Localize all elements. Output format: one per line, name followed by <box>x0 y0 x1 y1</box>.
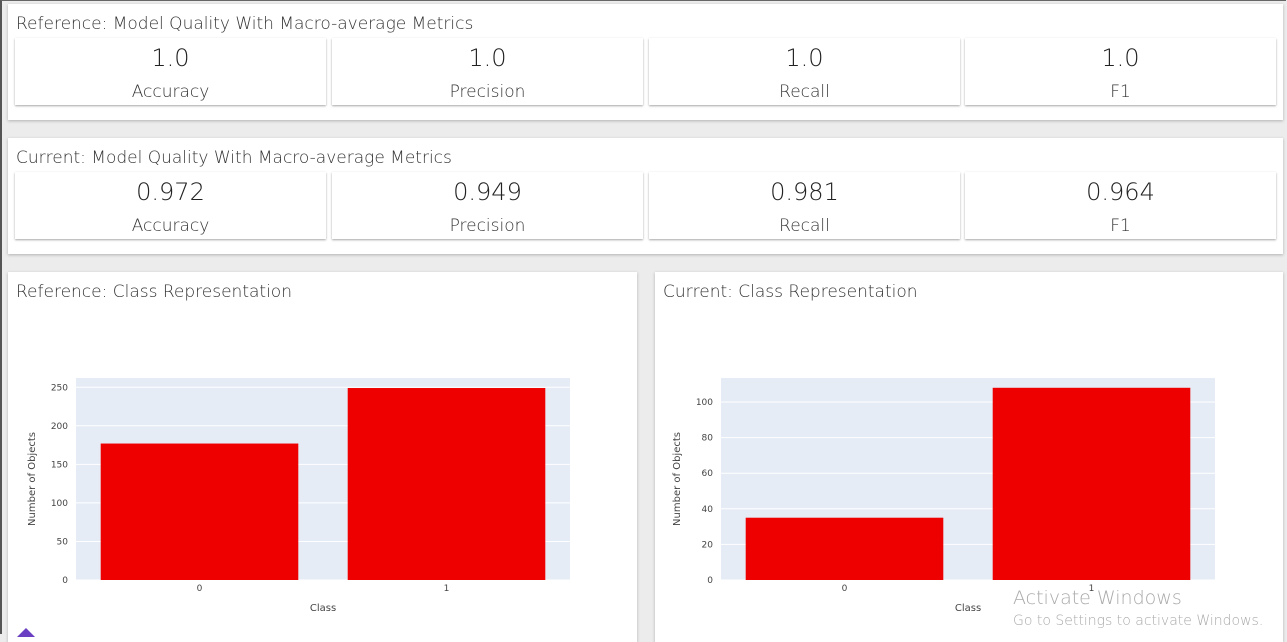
metric-label: Recall <box>779 216 830 236</box>
current-quality-panel: Current: Model Quality With Macro-averag… <box>8 138 1283 254</box>
metric-value: 1.0 <box>151 44 190 72</box>
metric-label: F1 <box>1110 216 1131 236</box>
x-tick-label: 1 <box>444 584 450 594</box>
metric-value: 1.0 <box>468 44 507 72</box>
watermark-subtitle: Go to Settings to activate Windows. <box>1013 613 1264 629</box>
y-tick-label: 0 <box>707 576 713 586</box>
y-tick-label: 40 <box>702 505 714 515</box>
reference-quality-title: Reference: Model Quality With Macro-aver… <box>16 14 474 34</box>
metric-value: 0.981 <box>770 178 839 206</box>
metric-card-f1: 0.964 F1 <box>965 172 1276 239</box>
x-axis-label: Class <box>310 603 336 614</box>
current-quality-title: Current: Model Quality With Macro-averag… <box>16 148 452 168</box>
bar-class-0 <box>100 443 299 580</box>
metric-card-accuracy: 1.0 Accuracy <box>15 38 326 105</box>
metric-label: Accuracy <box>131 216 210 236</box>
metric-card-precision: 0.949 Precision <box>332 172 643 239</box>
reference-class-panel: Reference: Class Representation 0 50 100 15… <box>8 272 637 642</box>
x-tick-label: 0 <box>197 584 203 594</box>
watermark-title: Activate Windows <box>1013 587 1182 609</box>
metric-card-precision: 1.0 Precision <box>332 38 643 105</box>
x-axis-label: Class <box>955 603 981 614</box>
bar-class-1 <box>347 388 546 580</box>
x-tick-label: 0 <box>842 584 848 594</box>
y-tick-label: 100 <box>51 499 68 509</box>
y-tick-label: 0 <box>62 576 68 586</box>
y-axis-label: Number of Objects <box>27 432 38 526</box>
y-tick-label: 200 <box>51 422 68 432</box>
metric-value: 0.964 <box>1086 178 1155 206</box>
metric-label: Recall <box>779 82 830 102</box>
y-tick-label: 150 <box>51 460 68 470</box>
bar-class-0 <box>745 517 944 580</box>
metric-value: 0.972 <box>136 178 205 206</box>
metric-value: 0.949 <box>453 178 522 206</box>
activate-windows-watermark: Activate Windows Go to Settings to activ… <box>1013 587 1263 629</box>
metric-label: Accuracy <box>131 82 210 102</box>
reference-class-chart: 0 50 100 150 200 250 0 1 Class Number of Objects <box>27 378 570 614</box>
y-tick-label: 80 <box>702 434 714 444</box>
y-tick-label: 50 <box>57 537 69 547</box>
metric-value: 1.0 <box>1101 44 1140 72</box>
current-class-chart: 0204060801000 1ClassNumber of Objects <box>672 378 1215 614</box>
y-axis-label: Number of Objects <box>672 432 683 526</box>
metric-card-accuracy: 0.972 Accuracy <box>15 172 326 239</box>
y-tick-label: 20 <box>702 540 714 550</box>
bar-class-1 <box>992 387 1191 580</box>
metric-card-f1: 1.0 F1 <box>965 38 1276 105</box>
y-tick-label: 60 <box>702 469 714 479</box>
metric-label: Precision <box>449 216 526 236</box>
app-logo-icon <box>17 628 35 637</box>
y-tick-label: 100 <box>696 398 713 408</box>
metric-value: 1.0 <box>785 44 824 72</box>
metric-label: Precision <box>449 82 526 102</box>
reference-quality-panel: Reference: Model Quality With Macro-aver… <box>8 4 1283 120</box>
metric-card-recall: 1.0 Recall <box>649 38 960 105</box>
metric-label: F1 <box>1110 82 1131 102</box>
y-tick-label: 250 <box>51 383 68 393</box>
metric-card-recall: 0.981 Recall <box>649 172 960 239</box>
